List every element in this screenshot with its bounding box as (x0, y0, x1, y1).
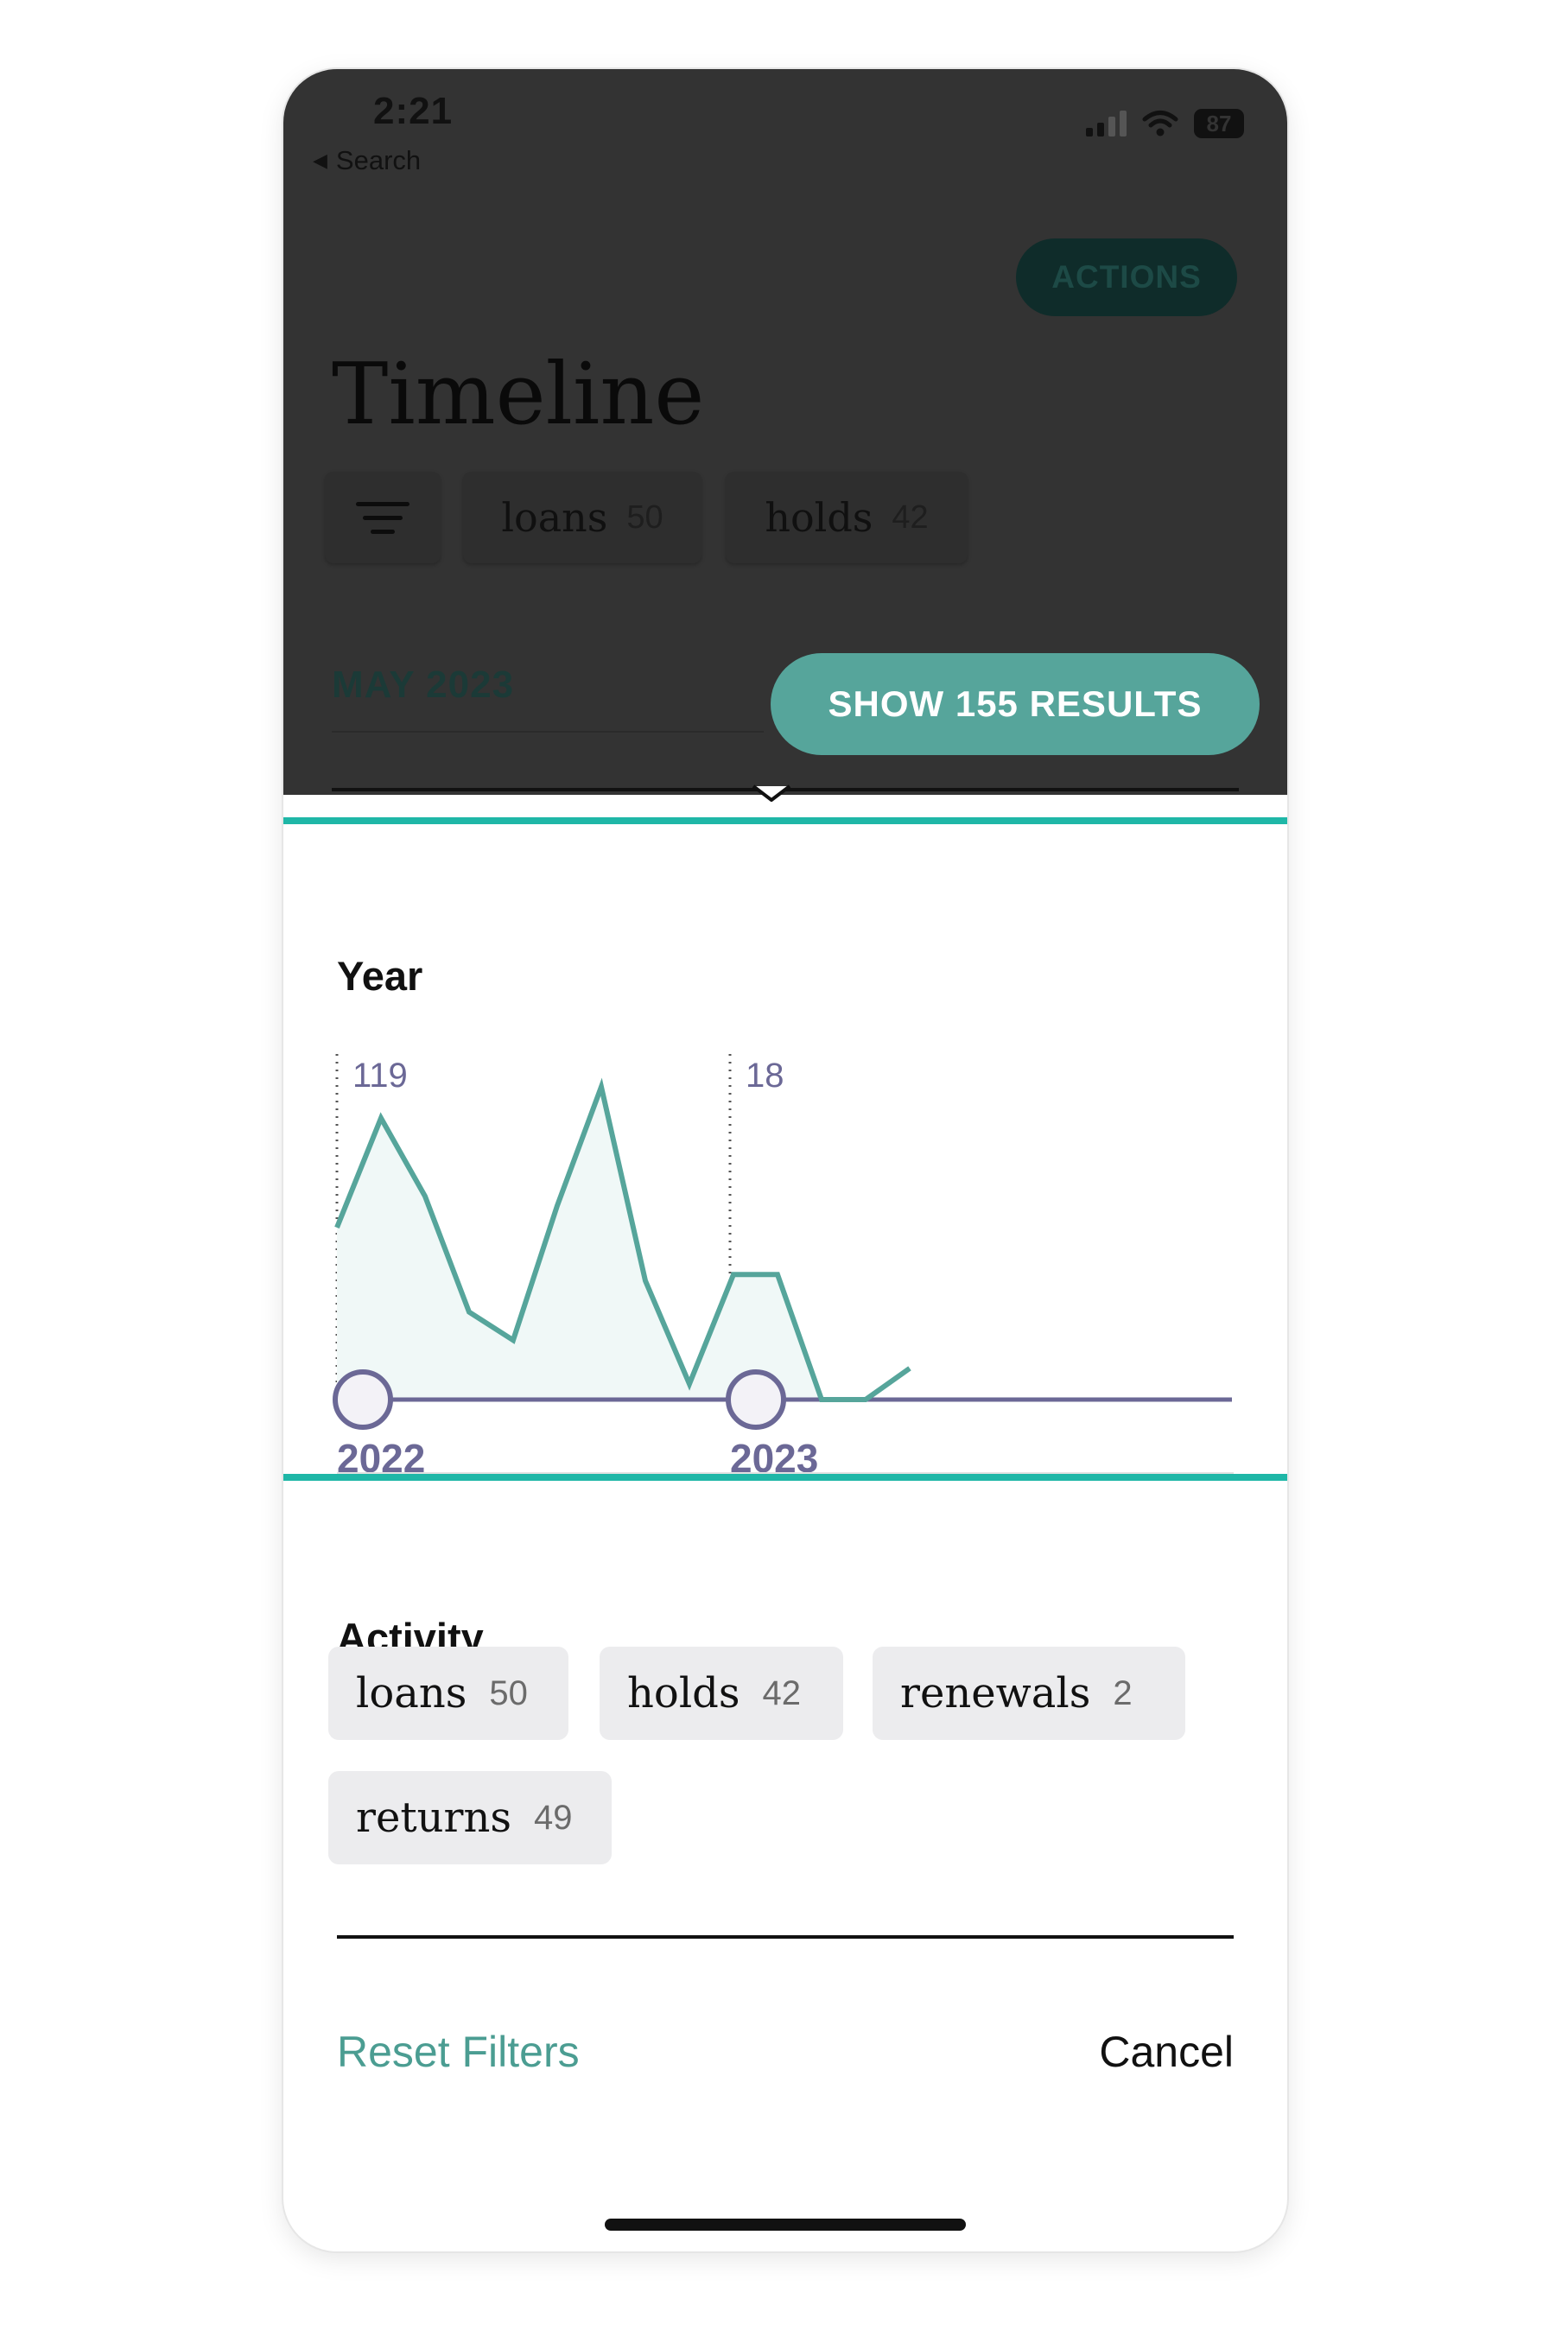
back-to-search[interactable]: ◀ Search (313, 145, 421, 176)
status-time: 2:21 (373, 90, 454, 132)
activity-chip-renewals[interactable]: renewals 2 (873, 1647, 1185, 1740)
header-chip-holds[interactable]: holds 42 (726, 472, 968, 563)
page-title: Timeline (332, 346, 705, 444)
status-indicators: 87 (1086, 109, 1244, 138)
header-chip-loans[interactable]: loans 50 (463, 472, 701, 563)
chip-count: 50 (489, 1673, 528, 1712)
chip-count: 2 (1113, 1673, 1133, 1712)
activity-chip-returns[interactable]: returns 49 (328, 1771, 612, 1864)
filter-button[interactable] (325, 472, 441, 563)
series-area (337, 1087, 822, 1400)
activity-chip-holds[interactable]: holds 42 (600, 1647, 843, 1740)
reset-filters-button[interactable]: Reset Filters (337, 2027, 580, 2077)
show-results-button[interactable]: SHOW 155 RESULTS (771, 653, 1260, 755)
year-handle (333, 1369, 393, 1430)
peak-label: 18 (746, 1057, 784, 1095)
x-tick-label: 2022 (337, 1436, 425, 1481)
back-arrow-icon: ◀ (313, 149, 327, 171)
chip-label: loans (501, 494, 608, 541)
phone-frame: 2:21 ◀ Search 87 ACTIONS Timeline loans (283, 69, 1287, 2251)
chip-label: holds (627, 1669, 740, 1718)
divider (337, 1472, 1234, 1474)
cellular-signal-icon (1086, 111, 1127, 137)
chip-count: 50 (626, 498, 663, 536)
activity-chip-loans[interactable]: loans 50 (328, 1647, 568, 1740)
chip-label: returns (356, 1794, 512, 1842)
x-tick-label: 2023 (730, 1436, 818, 1481)
chip-label: holds (765, 494, 873, 541)
year-chart: 119 2022 18 2023 (327, 968, 1242, 1503)
month-label: MAY 2023 (332, 664, 515, 706)
home-indicator (605, 2219, 966, 2231)
peak-label: 119 (352, 1057, 408, 1095)
battery-icon: 87 (1194, 109, 1244, 138)
filter-icon (356, 501, 409, 534)
wifi-icon (1142, 111, 1178, 137)
chip-label: renewals (900, 1669, 1091, 1718)
divider (337, 1935, 1234, 1939)
cancel-button[interactable]: Cancel (1099, 2027, 1234, 2077)
dimmed-background: 2:21 ◀ Search 87 ACTIONS Timeline loans (283, 69, 1287, 795)
chip-count: 42 (892, 498, 929, 536)
actions-button[interactable]: ACTIONS (1016, 238, 1237, 316)
chip-count: 49 (534, 1798, 573, 1837)
chip-count: 42 (762, 1673, 802, 1712)
divider (332, 731, 764, 733)
back-label: Search (335, 145, 422, 175)
year-handle (726, 1369, 786, 1430)
chip-label: loans (356, 1669, 467, 1718)
sheet-caret-icon (752, 784, 791, 802)
